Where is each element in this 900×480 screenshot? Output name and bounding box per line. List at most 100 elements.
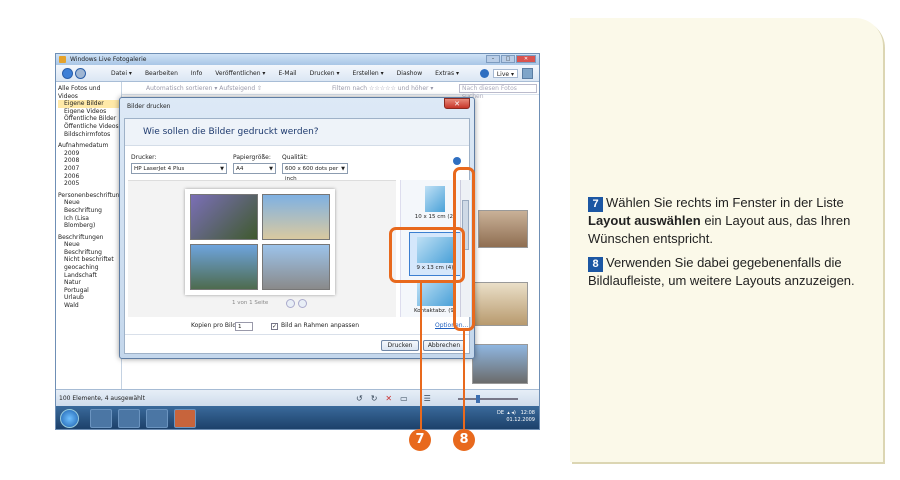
chevron-down-icon: ▼ <box>269 166 273 172</box>
sidebar-item-my-videos[interactable]: Eigene Videos <box>58 108 119 116</box>
chevron-down-icon: ▼ <box>341 166 345 172</box>
menu-edit[interactable]: Bearbeiten <box>145 70 178 77</box>
sidebar-item-screenshots[interactable]: Bildschirmfotos <box>58 131 119 139</box>
menu-bar: Datei ▾ Bearbeiten Info Veröffentlichen … <box>56 65 539 82</box>
window-titlebar: Windows Live Fotogalerie – □ ✕ <box>56 54 539 65</box>
zoom-slider-knob[interactable] <box>476 395 480 403</box>
status-bar: 100 Elemente, 4 ausgewählt ↺ ↻ ✕ ▭ ☰ <box>56 389 539 406</box>
forward-button[interactable] <box>75 67 86 79</box>
menu-extras[interactable]: Extras ▾ <box>435 70 459 77</box>
language-indicator[interactable]: DE <box>497 410 504 416</box>
photogallery-taskbar-icon[interactable] <box>174 409 196 428</box>
sidebar-item-all[interactable]: Alle Fotos und Videos <box>58 85 119 100</box>
back-button[interactable] <box>62 67 73 79</box>
maximize-button[interactable]: □ <box>501 55 515 63</box>
sidebar-tag-vacation[interactable]: Urlaub <box>58 294 119 302</box>
menu-slideshow[interactable]: Diashow <box>397 70 422 77</box>
ie-taskbar-icon[interactable] <box>90 409 112 428</box>
sidebar-tag-portugal[interactable]: Portugal <box>58 287 119 295</box>
slideshow-icon[interactable]: ▭ <box>400 390 408 407</box>
copies-stepper[interactable]: 1 <box>235 322 253 331</box>
fit-frame-checkbox[interactable]: ✓ <box>271 323 278 330</box>
photo-thumbnail[interactable] <box>478 210 528 248</box>
sidebar-people-new[interactable]: Neue Beschriftung <box>58 199 119 214</box>
sidebar-tag-geocaching[interactable]: geocaching <box>58 264 119 272</box>
quality-select[interactable]: 600 x 600 dots per inch ▼ <box>282 163 348 182</box>
printer-label: Drucker: <box>131 154 157 161</box>
cancel-button[interactable]: Abbrechen <box>423 340 465 351</box>
photo-thumbnail[interactable] <box>472 344 528 384</box>
sidebar-year-2005[interactable]: 2005 <box>58 180 119 188</box>
preview-photo-church <box>262 194 330 240</box>
menu-print[interactable]: Drucken ▾ <box>310 70 340 77</box>
layout-contact-icon <box>417 280 453 306</box>
sidebar-tag-landscape[interactable]: Landschaft <box>58 272 119 280</box>
sidebar-tag-nature[interactable]: Natur <box>58 279 119 287</box>
clock-date[interactable]: 01.12.2009 <box>506 417 535 423</box>
printer-select[interactable]: HP LaserJet 4 Plus ▼ <box>131 163 227 174</box>
menu-right: Live ▾ <box>479 68 533 79</box>
start-button[interactable] <box>60 409 79 428</box>
step-7-text-pre: Wählen Sie rechts im Fenster in der List… <box>606 195 844 210</box>
mediaplayer-taskbar-icon[interactable] <box>146 409 168 428</box>
user-picture[interactable] <box>522 68 533 79</box>
quality-label: Qualität: <box>282 154 308 161</box>
copies-value: 1 <box>238 324 242 330</box>
sidebar-item-public-videos[interactable]: Öffentliche Videos <box>58 123 119 131</box>
minimize-button[interactable]: – <box>486 55 500 63</box>
sidebar-tag-untagged[interactable]: Nicht beschriftet <box>58 256 119 264</box>
sidebar-year-2007[interactable]: 2007 <box>58 165 119 173</box>
sidebar-header-tags[interactable]: Beschriftungen <box>58 234 119 242</box>
help-icon[interactable] <box>453 157 461 165</box>
menu-file[interactable]: Datei ▾ <box>111 70 132 77</box>
callout-line-7 <box>420 283 422 429</box>
sidebar-header-people[interactable]: Personenbeschriftung <box>58 192 123 200</box>
menu-create[interactable]: Erstellen ▾ <box>352 70 383 77</box>
sidebar-people-me[interactable]: Ich (Lisa Blomberg) <box>58 215 119 230</box>
explorer-taskbar-icon[interactable] <box>118 409 140 428</box>
rating-filter[interactable]: Filtern nach ☆☆☆☆☆ und höher ▾ <box>332 82 433 95</box>
next-page-button[interactable] <box>298 299 307 308</box>
sidebar-year-2009[interactable]: 2009 <box>58 150 119 158</box>
preview-photo-seagull <box>262 244 330 290</box>
sidebar-year-2006[interactable]: 2006 <box>58 173 119 181</box>
menu-email[interactable]: E-Mail <box>278 70 296 77</box>
step-7-text-bold: Layout auswählen <box>588 213 701 228</box>
sidebar-tag-forest[interactable]: Wald <box>58 302 119 310</box>
copies-label: Kopien pro Bild: <box>191 322 239 329</box>
window-controls: – □ ✕ <box>486 55 536 63</box>
app-icon <box>59 56 66 63</box>
print-button[interactable]: Drucken <box>381 340 419 351</box>
help-icon[interactable] <box>479 69 489 78</box>
previous-page-button[interactable] <box>286 299 295 308</box>
taskbar: DE ▴ ◂) 12:08 01.12.2009 <box>56 406 539 429</box>
rotate-left-icon[interactable]: ↺ <box>356 390 363 407</box>
menu-info[interactable]: Info <box>191 70 202 77</box>
paper-size-select[interactable]: A4 ▼ <box>233 163 276 174</box>
photo-search-input[interactable]: Nach diesen Fotos suchen <box>459 84 537 100</box>
photo-thumbnail[interactable] <box>470 282 528 326</box>
close-window-button[interactable]: ✕ <box>516 55 536 63</box>
gallery-toolbar: Automatisch sortieren ▾ Aufsteigend ⇧ Fi… <box>122 82 539 100</box>
sort-control[interactable]: Automatisch sortieren ▾ Aufsteigend ⇧ <box>146 85 262 92</box>
window-title: Windows Live Fotogalerie <box>70 56 147 63</box>
sidebar-header-date[interactable]: Aufnahmedatum <box>58 142 119 150</box>
sidebar-tag-new[interactable]: Neue Beschriftung <box>58 241 119 256</box>
delete-icon[interactable]: ✕ <box>385 390 392 407</box>
dialog-close-button[interactable]: ✕ <box>444 98 470 109</box>
sidebar-item-my-pictures[interactable]: Eigene Bilder <box>58 100 119 108</box>
sidebar-item-public-pictures[interactable]: Öffentliche Bilder <box>58 115 119 123</box>
layout-10x15-label: 10 x 15 cm (2) <box>414 214 456 220</box>
navigation-pane: Alle Fotos und Videos Eigene Bilder Eige… <box>56 82 123 389</box>
zoom-slider[interactable] <box>458 395 518 403</box>
dialog-title: Bilder drucken <box>127 103 171 110</box>
clock-time[interactable]: 12:08 <box>521 410 535 416</box>
sidebar-year-2008[interactable]: 2008 <box>58 157 119 165</box>
chevron-down-icon: ▼ <box>220 166 224 172</box>
view-details-icon[interactable]: ☰ <box>424 390 431 407</box>
menu-publish[interactable]: Veröffentlichen ▾ <box>215 70 265 77</box>
live-signin-button[interactable]: Live ▾ <box>492 69 518 78</box>
step-number-8: 8 <box>588 257 603 272</box>
step-badge-7: 7 <box>409 429 431 451</box>
rotate-right-icon[interactable]: ↻ <box>371 390 378 407</box>
